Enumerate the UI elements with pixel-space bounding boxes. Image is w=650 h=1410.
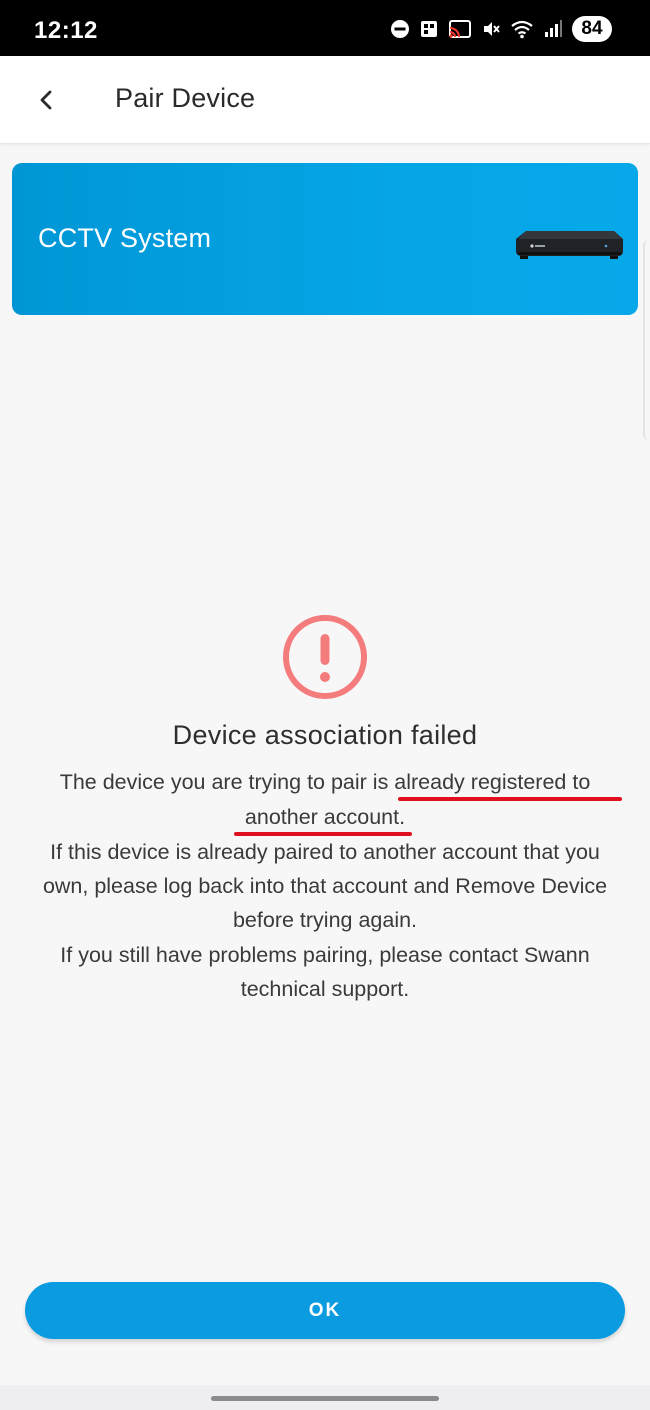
app-bar: Pair Device — [0, 56, 650, 144]
status-bar: 12:12 84 — [0, 0, 650, 56]
error-message-line: The device you are trying to pair is alr… — [59, 770, 591, 794]
error-message-line: own, please log back into that account a… — [42, 874, 608, 898]
notification-icon — [421, 21, 437, 37]
highlight-underline — [234, 832, 412, 836]
error-message-line: before trying again. — [232, 908, 418, 932]
home-indicator[interactable] — [211, 1396, 439, 1401]
mute-icon — [484, 22, 500, 36]
edge-panel-handle[interactable] — [643, 240, 650, 440]
pair-device-screen: 12:12 84 Pair Device CCTV System Device … — [0, 0, 650, 1410]
device-card: CCTV System — [12, 163, 638, 315]
dvr-recorder-image — [516, 231, 623, 259]
navigation-bar — [0, 1385, 650, 1410]
signal-icon — [545, 20, 562, 37]
exclamation-circle-icon — [283, 615, 367, 699]
error-message-line: technical support. — [240, 977, 410, 1001]
error-message-line: If this device is already paired to anot… — [50, 840, 600, 864]
status-icons: 84 — [390, 14, 612, 44]
do-not-disturb-icon — [391, 20, 409, 38]
error-message-line: another account. — [244, 805, 406, 829]
chevron-left-icon — [40, 90, 52, 110]
back-button[interactable] — [22, 76, 70, 124]
battery-indicator: 84 — [572, 16, 612, 42]
error-heading: Device association failed — [172, 720, 478, 750]
cast-icon — [449, 20, 471, 38]
ok-button[interactable]: OK — [25, 1282, 625, 1339]
wifi-icon — [511, 20, 533, 39]
error-message-line: If you still have problems pairing, plea… — [60, 943, 590, 967]
page-title: Pair Device — [115, 83, 256, 113]
status-time: 12:12 — [34, 17, 98, 44]
highlight-underline — [398, 797, 622, 801]
device-card-title: CCTV System — [38, 223, 212, 253]
